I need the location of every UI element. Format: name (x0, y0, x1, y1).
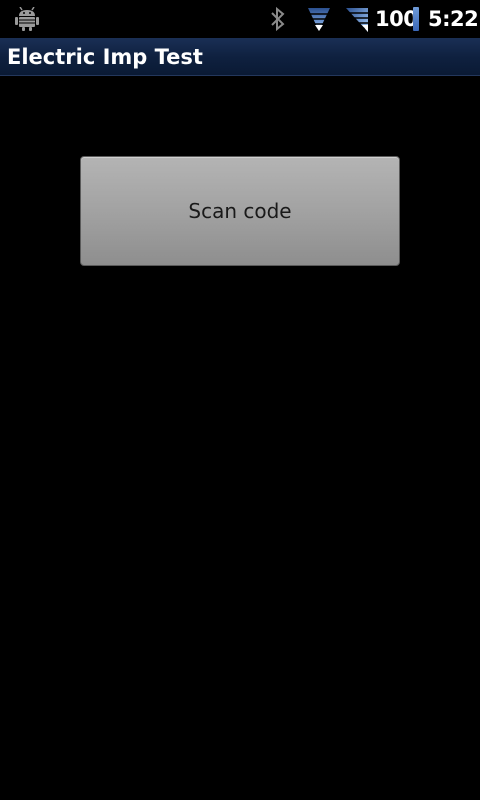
status-bar: 100 5:22 (0, 0, 480, 38)
app-title: Electric Imp Test (7, 45, 203, 69)
main-content: Scan code (0, 76, 480, 800)
android-debug-icon (14, 0, 40, 38)
clock: 5:22 (428, 7, 479, 31)
bluetooth-icon (268, 0, 288, 38)
scan-code-button[interactable]: Scan code (80, 156, 400, 266)
signal-icon (344, 0, 372, 38)
battery-icon (413, 0, 419, 38)
wifi-icon (306, 0, 332, 38)
app-title-bar: Electric Imp Test (0, 38, 480, 76)
battery-level: 100 (375, 7, 418, 31)
